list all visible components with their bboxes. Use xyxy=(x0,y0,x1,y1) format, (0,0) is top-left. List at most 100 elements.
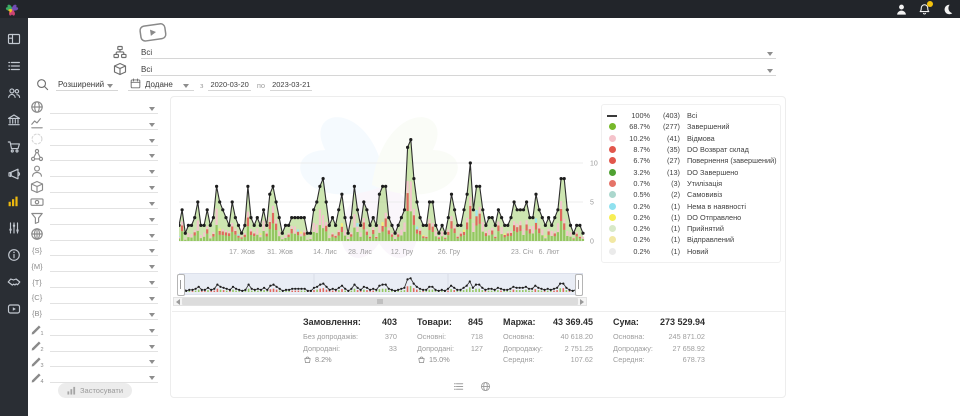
chevron-down-icon xyxy=(149,249,155,253)
filter-dropdown-16[interactable]: 2 xyxy=(30,336,158,352)
legend-dot-swatch xyxy=(609,225,616,232)
legend-item-2[interactable]: 10.2% (41) Відмова xyxy=(606,133,776,144)
legend-item-9[interactable]: 0.2% (1) DO Отправлено xyxy=(606,212,776,223)
svg-text:{T}: {T} xyxy=(32,278,42,287)
stat-column-4: Сума:273 529.94Основна:245 871.02Допрода… xyxy=(613,317,705,366)
view-toggles xyxy=(453,381,491,392)
legend-dot-swatch xyxy=(609,180,616,187)
legend-count: (2) xyxy=(650,190,680,199)
scroll-left-arrow[interactable] xyxy=(174,297,182,306)
legend-item-8[interactable]: 0.2% (1) Нема в наявності xyxy=(606,200,776,211)
chart-legend: 100% (403) Всі 68.7% (277) Завершений 10… xyxy=(601,104,781,263)
list-view-icon[interactable] xyxy=(453,381,464,392)
date-from-input[interactable]: 2020-03-20 xyxy=(208,80,250,91)
svg-text:31. Жов: 31. Жов xyxy=(267,249,293,256)
sidebar-item-settings-sliders[interactable] xyxy=(0,217,28,239)
legend-label: Прийнятий xyxy=(687,224,724,233)
sidebar-item-announcements[interactable] xyxy=(0,163,28,185)
range-scrollbar[interactable] xyxy=(173,297,587,306)
range-handle-left[interactable] xyxy=(177,274,185,296)
legend-item-7[interactable]: 0.5% (2) Самовивіз xyxy=(606,189,776,200)
filter-row-products[interactable]: Всі xyxy=(113,61,776,76)
svg-text:2: 2 xyxy=(40,347,43,352)
notifications-bell-icon[interactable] xyxy=(918,3,931,16)
filter-dropdown-15[interactable]: 1 xyxy=(30,320,158,336)
globe-view-icon[interactable] xyxy=(480,381,491,392)
legend-item-0[interactable]: 100% (403) Всі xyxy=(606,110,776,121)
date-field-select[interactable]: Додане xyxy=(128,78,194,91)
stat-title: Замовлення: xyxy=(303,317,361,327)
legend-item-6[interactable]: 0.7% (3) Утилізація xyxy=(606,178,776,189)
sidebar-item-orders-list[interactable] xyxy=(0,55,28,77)
filter-dropdown-5[interactable] xyxy=(30,161,158,177)
sidebar-item-info[interactable] xyxy=(0,244,28,266)
chevron-down-icon xyxy=(149,123,155,127)
range-selector[interactable] xyxy=(179,273,583,295)
products-filter-value[interactable]: Всі xyxy=(141,65,152,74)
legend-item-4[interactable]: 6.7% (27) Повернення (завершений) xyxy=(606,155,776,166)
legend-percent: 6.7% xyxy=(618,156,650,165)
filter-dropdown-1[interactable] xyxy=(30,98,158,114)
date-to-input[interactable]: 2023-03-21 xyxy=(270,80,312,91)
legend-label: Нема в наявності xyxy=(687,202,746,211)
apply-filters-button[interactable]: Застосувати xyxy=(58,383,132,398)
filter-dropdown-6[interactable] xyxy=(30,177,158,193)
user-avatar-icon[interactable] xyxy=(895,3,908,16)
filter-dropdown-14[interactable]: {B} xyxy=(30,304,158,320)
app-logo[interactable] xyxy=(4,1,20,17)
banknote-icon xyxy=(30,196,44,209)
chevron-down-icon xyxy=(767,69,773,73)
person-icon xyxy=(30,164,44,177)
scrollbar-thumb[interactable] xyxy=(182,298,578,305)
svg-text:{B}: {B} xyxy=(32,309,43,318)
legend-count: (41) xyxy=(650,134,680,143)
sidebar-item-analytics[interactable] xyxy=(0,190,28,212)
legend-item-3[interactable]: 8.7% (35) DO Возврат склад xyxy=(606,144,776,155)
chevron-down-icon xyxy=(149,281,155,285)
legend-item-5[interactable]: 3.2% (13) DO Завершено xyxy=(606,166,776,177)
sidebar-item-warehouse[interactable] xyxy=(0,109,28,131)
filter-dropdown-4[interactable] xyxy=(30,146,158,162)
filter-dropdown-18[interactable]: 4 xyxy=(30,367,158,383)
filter-dropdown-12[interactable]: {T} xyxy=(30,272,158,288)
legend-item-11[interactable]: 0.2% (1) Відправлений xyxy=(606,234,776,245)
dark-mode-moon-icon[interactable] xyxy=(941,3,954,16)
sidebar-item-video-tutorials[interactable] xyxy=(0,298,28,320)
stat-sub-label: Основна: xyxy=(503,331,534,343)
stat-sub-label: Допродажу: xyxy=(503,343,543,355)
filter-dropdown-10[interactable]: {S} xyxy=(30,241,158,257)
stat-sub-value: 370 xyxy=(385,331,397,343)
scroll-right-arrow[interactable] xyxy=(578,297,586,306)
legend-dot-swatch xyxy=(609,135,616,142)
video-tutorials-icon xyxy=(7,302,21,316)
legend-item-12[interactable]: 0.2% (1) Новий xyxy=(606,246,776,257)
video-hint-button[interactable] xyxy=(137,21,169,45)
filter-dropdown-11[interactable]: {M} xyxy=(30,256,158,272)
legend-item-1[interactable]: 68.7% (277) Завершений xyxy=(606,121,776,132)
sidebar-item-customers[interactable] xyxy=(0,82,28,104)
range-handle-right[interactable] xyxy=(575,274,583,296)
sidebar-item-partners[interactable] xyxy=(0,271,28,293)
legend-count: (35) xyxy=(650,145,680,154)
filter-dropdown-2[interactable] xyxy=(30,114,158,130)
filter-dropdown-8[interactable] xyxy=(30,209,158,225)
filter-dropdown-7[interactable] xyxy=(30,193,158,209)
stat-sub-value: 27 658.92 xyxy=(673,343,705,355)
share-network-icon xyxy=(30,148,44,161)
curly-field-icon: {S} xyxy=(30,243,44,256)
search-mode-select[interactable]: Розширений xyxy=(56,80,118,91)
filter-dropdown-3[interactable] xyxy=(30,130,158,146)
legend-label: Відправлений xyxy=(687,235,734,244)
filter-dropdown-13[interactable]: {C} xyxy=(30,288,158,304)
chevron-down-icon xyxy=(107,84,113,88)
filter-dropdown-9[interactable] xyxy=(30,225,158,241)
sidebar-item-cart[interactable] xyxy=(0,136,28,158)
categories-filter-value[interactable]: Всі xyxy=(141,48,152,57)
filter-row-categories[interactable]: Всі xyxy=(113,44,776,59)
sidebar-item-dashboard[interactable] xyxy=(0,28,28,50)
filter-dropdown-17[interactable]: 3 xyxy=(30,352,158,368)
legend-label: Відмова xyxy=(687,134,715,143)
stat-sub-label: Допродані: xyxy=(417,343,454,355)
legend-item-10[interactable]: 0.2% (1) Прийнятий xyxy=(606,223,776,234)
legend-dot-swatch xyxy=(609,236,616,243)
